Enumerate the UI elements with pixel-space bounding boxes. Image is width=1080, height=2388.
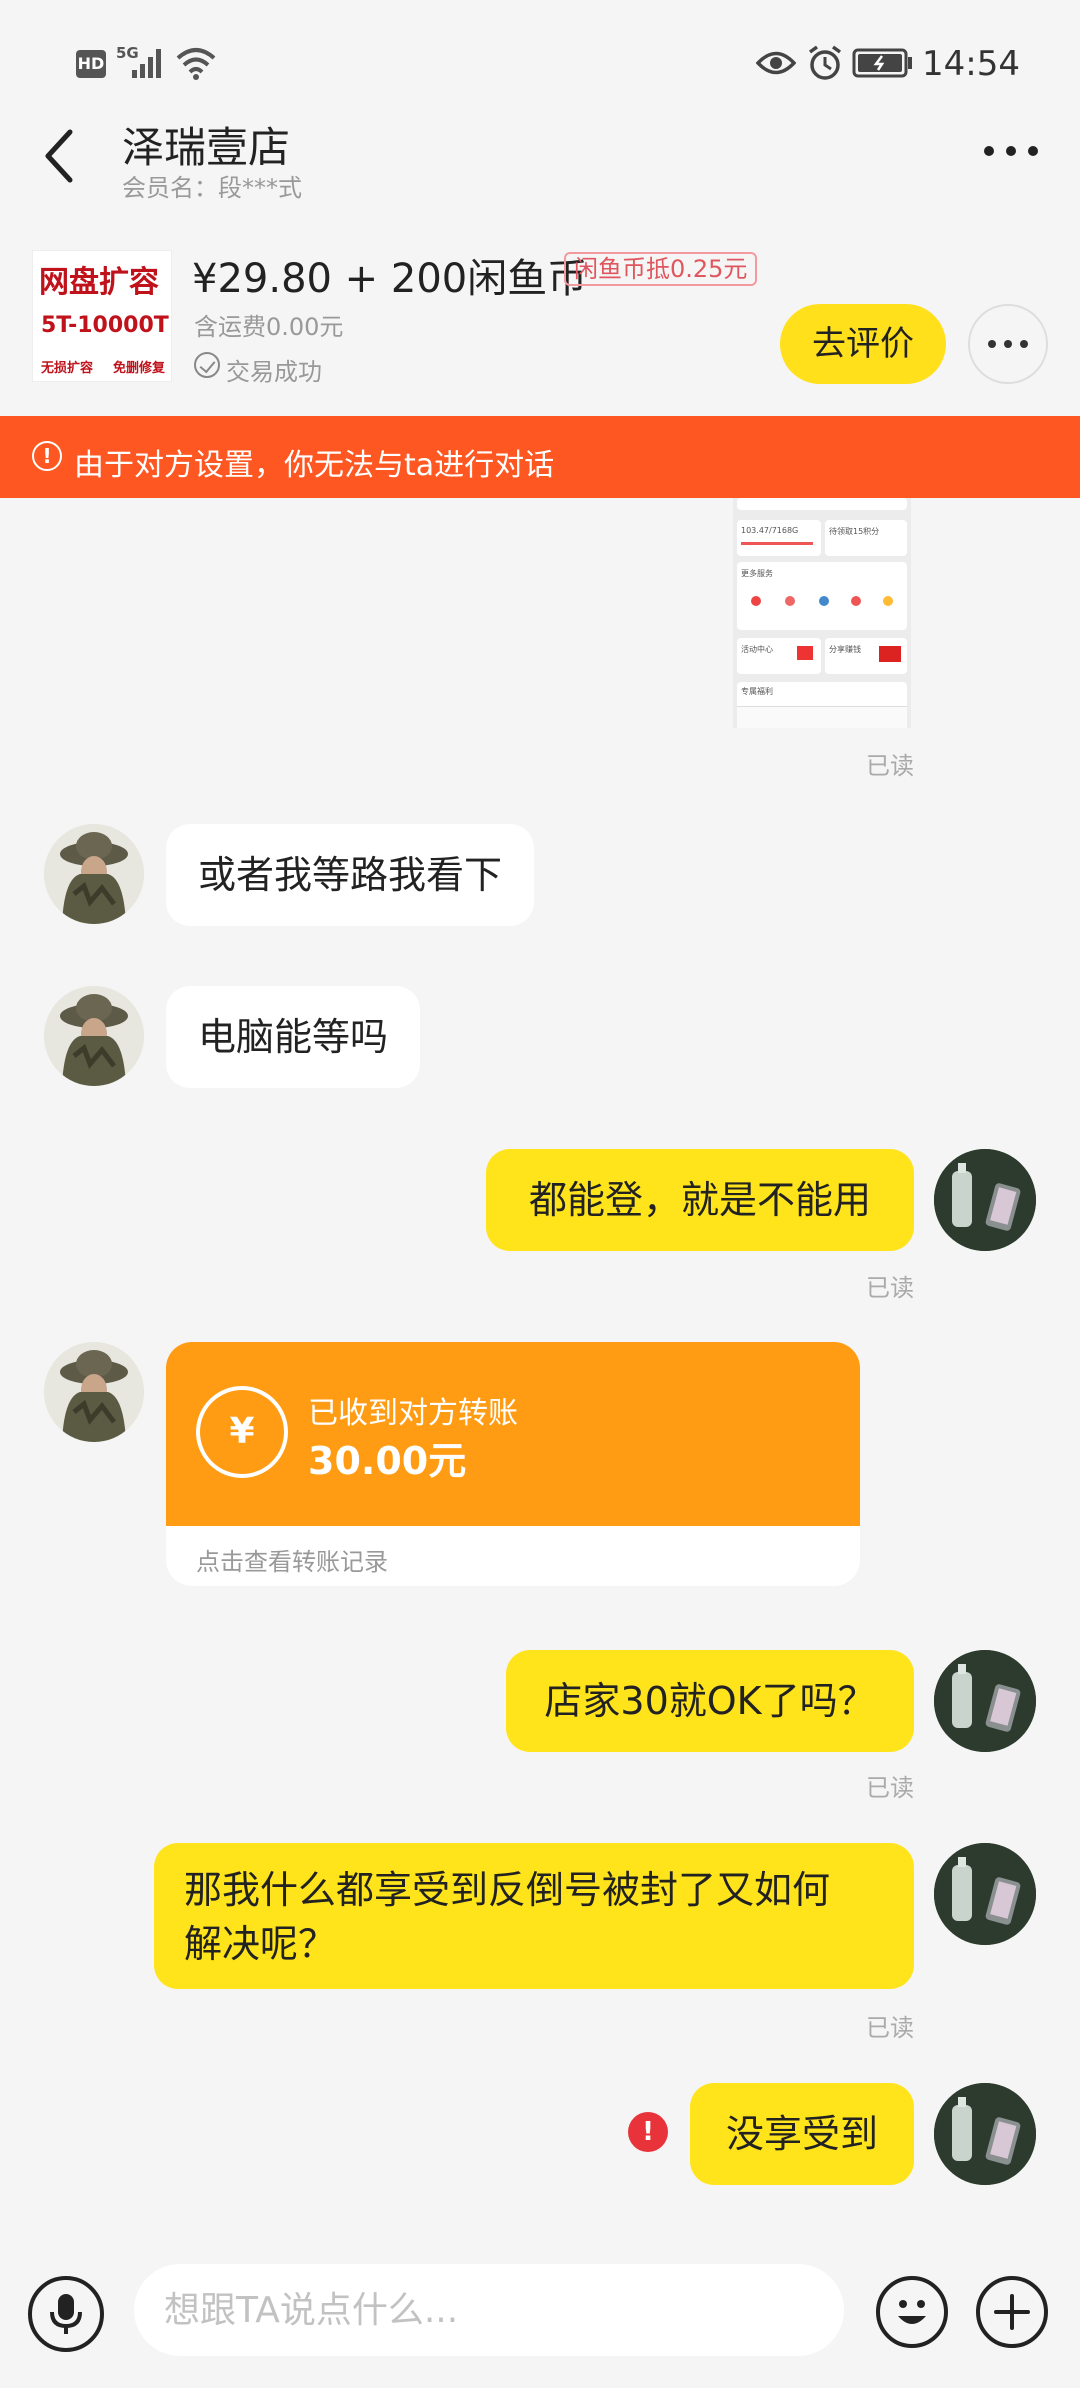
transfer-yen-icon: ¥ — [196, 1386, 288, 1478]
seller-avatar-image — [44, 986, 144, 1086]
my-avatar-image — [934, 1843, 1036, 1945]
seller-avatar-image — [44, 1342, 144, 1442]
more-menu-icon[interactable] — [984, 146, 1044, 166]
signal-icon — [132, 49, 161, 78]
product-thumb-range: 5T-10000T — [41, 313, 169, 338]
image-message[interactable]: 103.47/7168G 待领取15积分 更多服务 活动中心 分享赚钱 专属福利 — [733, 498, 911, 728]
emoji-button[interactable] — [876, 2276, 948, 2348]
shot-text-benefits: 专属福利 — [741, 687, 773, 696]
voice-button[interactable] — [28, 2276, 104, 2352]
shot-text-activity: 活动中心 — [741, 645, 773, 654]
product-thumb-tag1: 无损扩容 — [41, 361, 94, 376]
product-more-button[interactable] — [968, 304, 1048, 384]
member-name: 会员名：段***式 — [122, 174, 302, 202]
shot-text-storage: 103.47/7168G — [741, 526, 799, 535]
shot-text-share: 分享赚钱 — [829, 645, 861, 654]
smiley-icon — [898, 2300, 926, 2324]
alarm-icon — [808, 45, 842, 80]
seller-avatar[interactable] — [44, 824, 144, 924]
product-price: ¥29.80 + 200闲鱼币 — [192, 256, 588, 302]
wifi-icon — [176, 48, 216, 80]
transfer-amount: 30.00元 — [308, 1439, 467, 1483]
message-bubble-outgoing[interactable]: 没享受到 — [690, 2083, 914, 2185]
transfer-record-link[interactable]: 点击查看转账记录 — [196, 1542, 388, 1577]
back-arrow-icon[interactable] — [40, 126, 80, 186]
my-avatar-image — [934, 2083, 1036, 2185]
message-bubble-outgoing[interactable]: 那我什么都享受到反倒号被封了又如何 解决呢？ — [154, 1843, 914, 1989]
message-bubble-incoming[interactable]: 电脑能等吗 — [166, 986, 421, 1088]
read-receipt: 已读 — [866, 2014, 914, 2042]
read-receipt: 已读 — [866, 1774, 914, 1802]
seller-avatar-image — [44, 824, 144, 924]
my-avatar[interactable] — [934, 1149, 1036, 1251]
battery-icon — [852, 48, 912, 78]
hd-icon: HD — [76, 50, 106, 78]
send-failed-icon[interactable]: ! — [628, 2112, 668, 2152]
message-bubble-outgoing[interactable]: 店家30就OK了吗？ — [506, 1650, 914, 1752]
shop-title: 泽瑞壹店 — [122, 123, 291, 172]
deal-status: 交易成功 — [226, 358, 322, 386]
more-dots-icon — [988, 340, 1028, 348]
transfer-label: 已收到对方转账 — [308, 1396, 518, 1431]
message-line: 解决呢？ — [184, 1922, 337, 1966]
status-time: 14:54 — [922, 44, 1020, 84]
check-circle-icon — [194, 352, 220, 378]
review-button[interactable]: 去评价 — [780, 304, 946, 384]
plus-icon — [994, 2294, 1030, 2330]
warning-text: 由于对方设置，你无法与ta进行对话 — [74, 448, 555, 483]
shot-text-services: 更多服务 — [741, 569, 773, 578]
product-thumb-title: 网盘扩容 — [39, 265, 159, 300]
message-bubble-outgoing[interactable]: 都能登，就是不能用 — [486, 1149, 914, 1251]
message-line: 那我什么都享受到反倒号被封了又如何 — [184, 1868, 831, 1912]
my-avatar[interactable] — [934, 2083, 1036, 2185]
read-receipt: 已读 — [866, 1274, 914, 1302]
seller-avatar[interactable] — [44, 1342, 144, 1442]
my-avatar[interactable] — [934, 1843, 1036, 1945]
shot-text-points: 待领取15积分 — [829, 527, 880, 536]
message-input[interactable] — [134, 2264, 844, 2356]
message-bubble-incoming[interactable]: 或者我等路我看下 — [166, 824, 535, 926]
product-thumb-tag2: 免删修复 — [113, 361, 166, 376]
product-thumbnail[interactable]: 网盘扩容 5T-10000T 无损扩容 免删修复 — [32, 250, 172, 382]
eye-icon — [756, 51, 796, 75]
my-avatar-image — [934, 1650, 1036, 1752]
transfer-card[interactable]: ¥ 已收到对方转账 30.00元 点击查看转账记录 — [166, 1342, 860, 1586]
seller-avatar[interactable] — [44, 986, 144, 1086]
microphone-icon — [50, 2294, 82, 2334]
warning-icon: ! — [32, 441, 62, 471]
more-actions-button[interactable] — [976, 2276, 1048, 2348]
coin-discount-tag: 闲鱼币抵0.25元 — [564, 252, 758, 286]
shipping-info: 含运费0.00元 — [194, 313, 344, 341]
my-avatar[interactable] — [934, 1650, 1036, 1752]
my-avatar-image — [934, 1149, 1036, 1251]
read-receipt: 已读 — [866, 752, 914, 780]
